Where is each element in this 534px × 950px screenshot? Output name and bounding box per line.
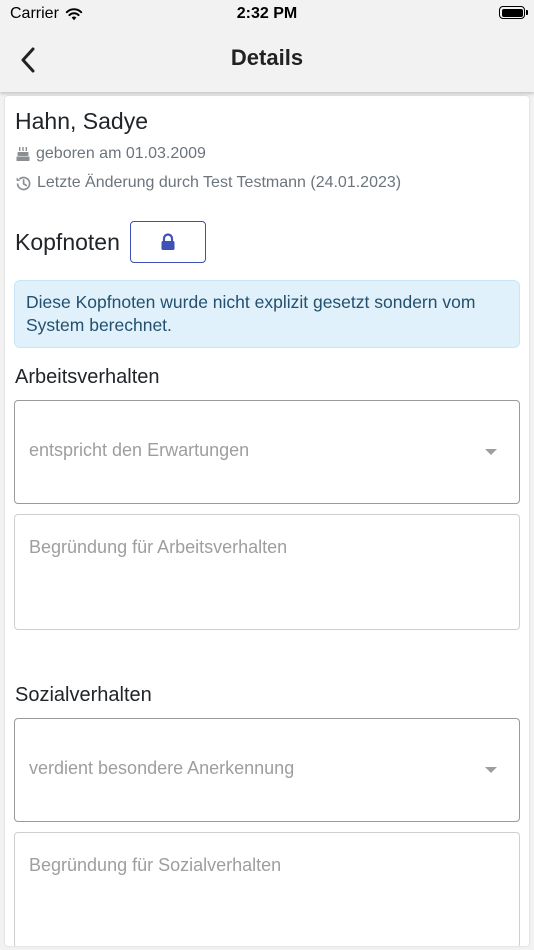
caret-down-icon xyxy=(485,449,497,455)
birthday-cake-icon xyxy=(16,147,30,161)
student-name: Hahn, Sadye xyxy=(15,108,148,134)
history-icon xyxy=(16,176,31,190)
status-time: 2:32 PM xyxy=(236,5,298,22)
birth-row: geboren am 01.03.2009 xyxy=(15,145,206,163)
lock-button[interactable] xyxy=(129,221,206,263)
sozialverhalten-label: Sozialverhalten xyxy=(15,684,152,706)
sozialverhalten-reason-input[interactable]: Begründung für Sozialverhalten xyxy=(14,832,520,946)
details-card: Hahn, Sadye geboren am 01.03.2009 Letzte… xyxy=(5,96,529,946)
arbeitsverhalten-reason-placeholder: Begründung für Arbeitsverhalten xyxy=(29,537,288,557)
page-title: Details xyxy=(230,45,304,70)
navigation-bar: Details xyxy=(0,28,534,92)
caret-down-icon xyxy=(485,767,497,773)
arbeitsverhalten-selected-value: entspricht den Erwartungen xyxy=(29,440,250,460)
arbeitsverhalten-select[interactable]: entspricht den Erwartungen xyxy=(14,400,520,504)
birth-date: geboren am 01.03.2009 xyxy=(36,145,206,162)
arbeitsverhalten-label: Arbeitsverhalten xyxy=(15,366,160,388)
last-change-row: Letzte Änderung durch Test Testmann (24.… xyxy=(15,174,401,192)
arbeitsverhalten-reason-input[interactable]: Begründung für Arbeitsverhalten xyxy=(14,514,520,630)
sozialverhalten-reason-placeholder: Begründung für Sozialverhalten xyxy=(29,855,282,875)
sozialverhalten-selected-value: verdient besondere Anerkennung xyxy=(29,758,295,778)
info-alert: Diese Kopfnoten wurde nicht explizit ges… xyxy=(14,280,520,348)
status-bar: Carrier 2:32 PM xyxy=(0,0,534,28)
last-change-text: Letzte Änderung durch Test Testmann (24.… xyxy=(37,174,402,191)
battery-icon xyxy=(499,6,528,19)
sozialverhalten-select[interactable]: verdient besondere Anerkennung xyxy=(14,718,520,822)
kopfnoten-header: Kopfnoten xyxy=(15,221,206,263)
lock-icon xyxy=(161,233,175,250)
kopfnoten-title: Kopfnoten xyxy=(15,228,120,255)
